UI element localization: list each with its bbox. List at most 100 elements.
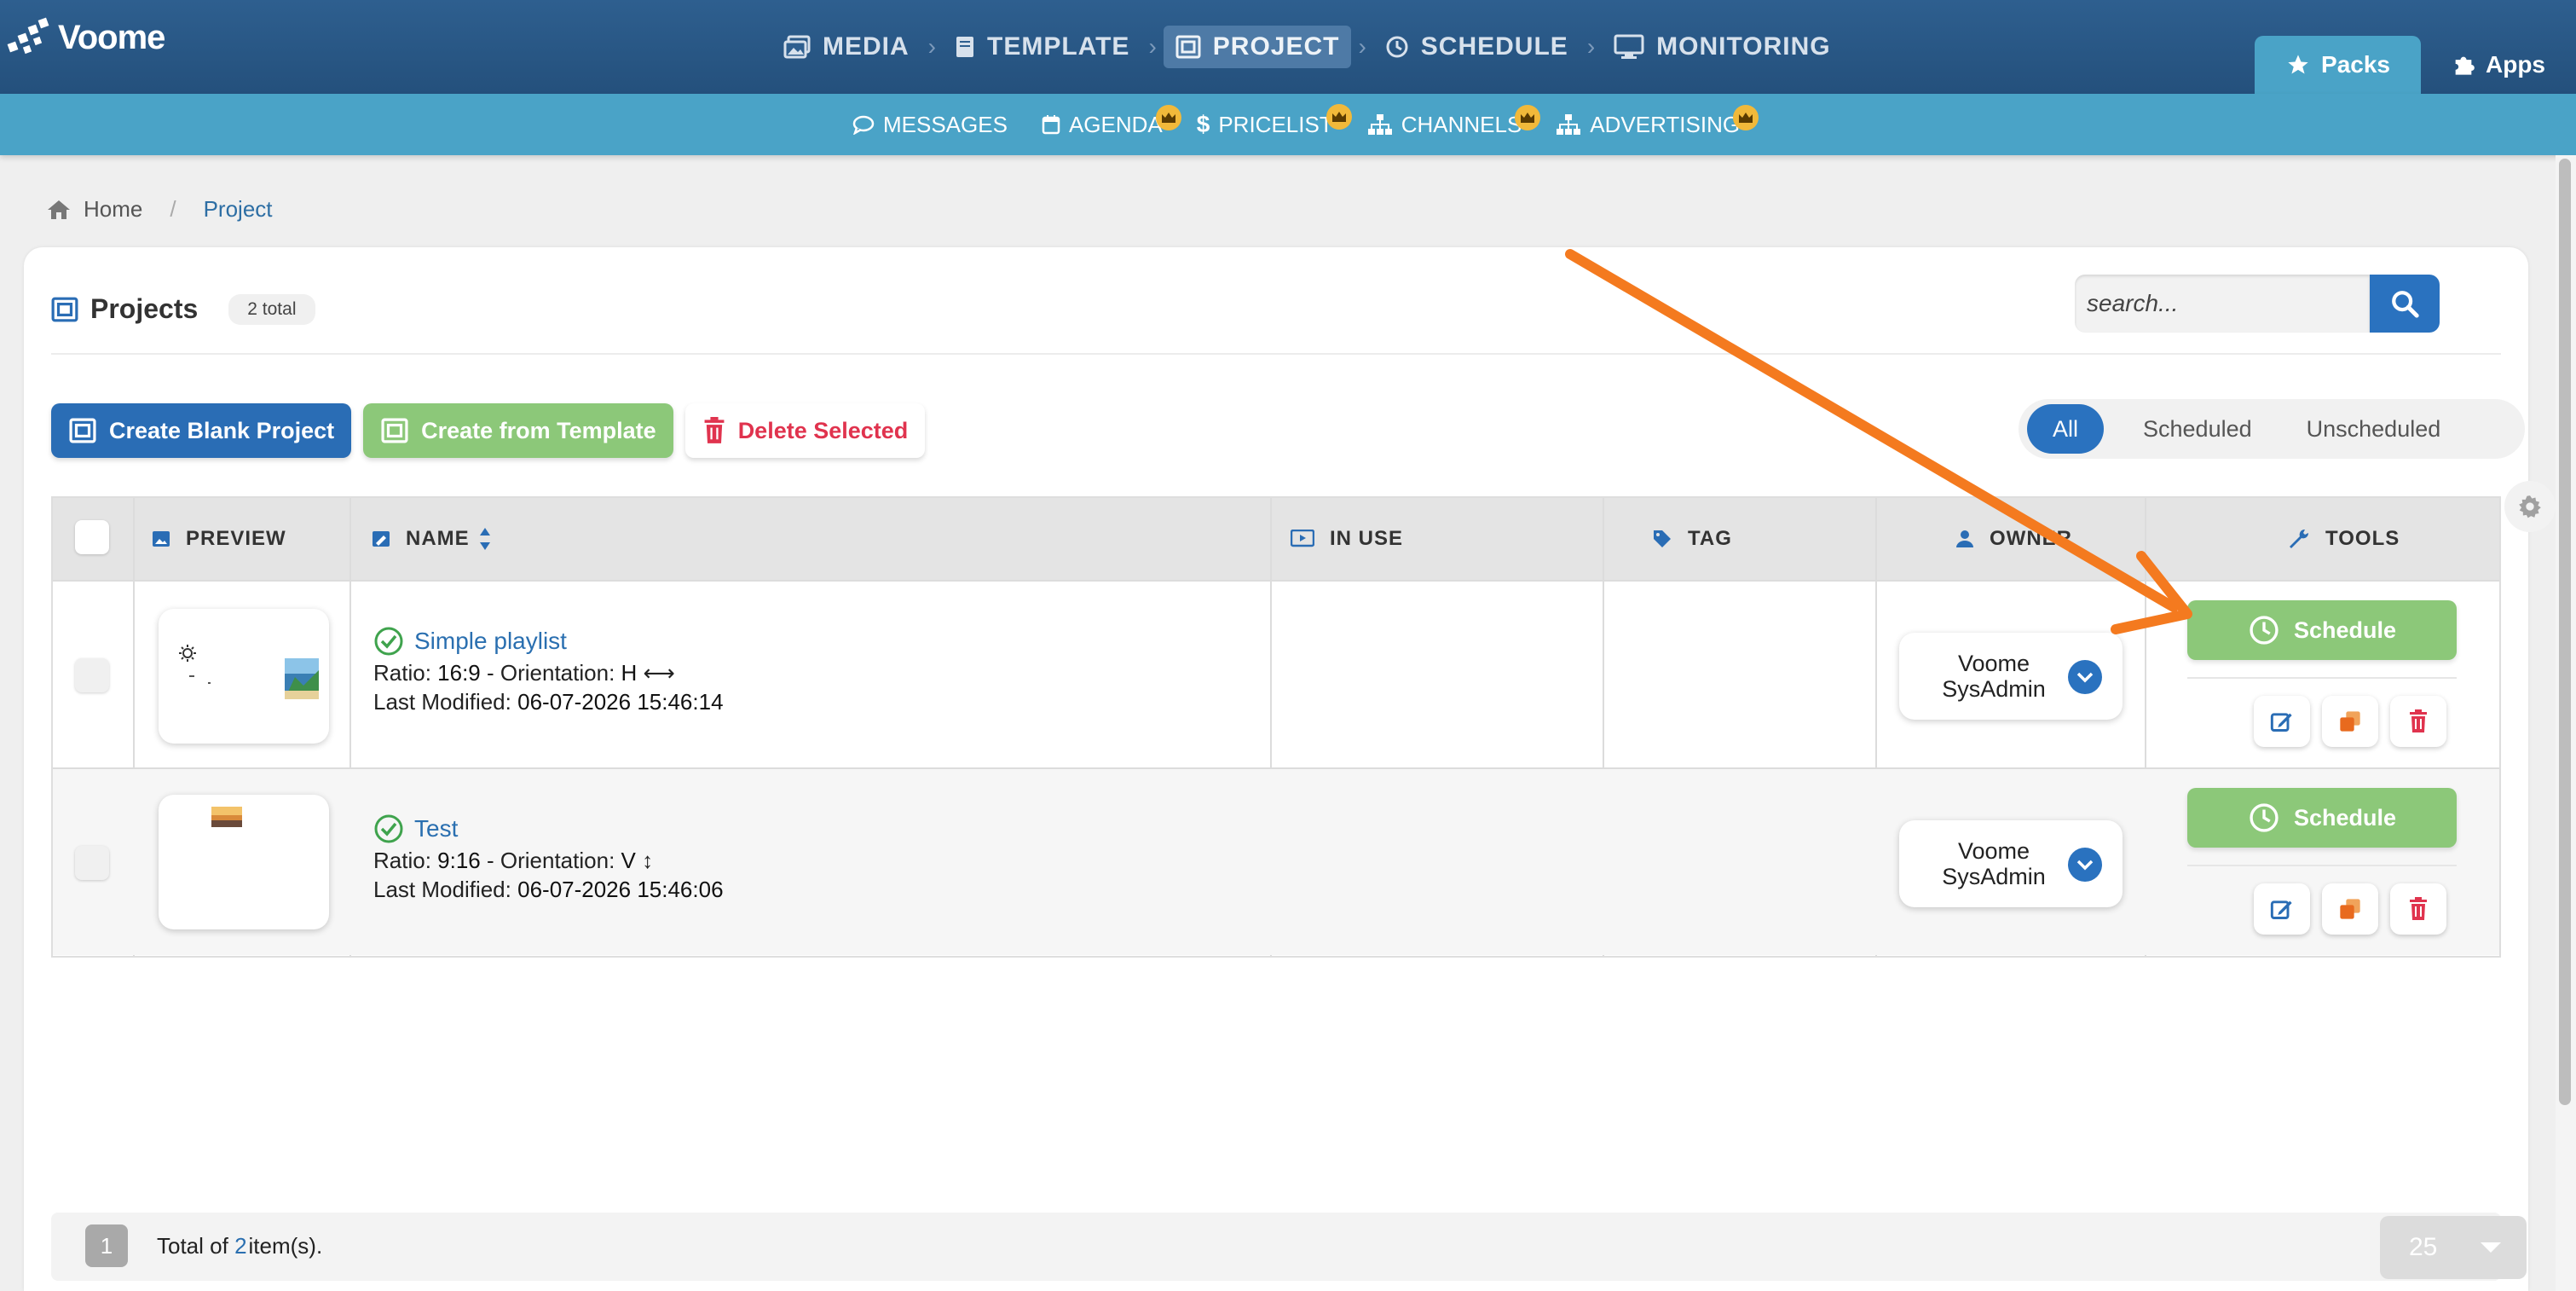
project-name-link[interactable]: Simple playlist [373, 626, 724, 657]
nav-schedule[interactable]: SCHEDULE [1373, 26, 1580, 68]
tab-apps[interactable]: Apps [2421, 36, 2576, 94]
page-size-select[interactable]: 25 [2380, 1216, 2527, 1279]
last-modified-value: 06-07-2026 15:46:06 [517, 877, 724, 902]
crown-icon [1733, 104, 1759, 130]
duplicate-button[interactable] [2322, 883, 2378, 935]
row-checkbox[interactable] [75, 846, 109, 880]
sort-icon[interactable] [478, 526, 492, 552]
clock-icon [2250, 616, 2279, 645]
edit-icon [2270, 713, 2292, 732]
app-logo[interactable]: Voome [7, 17, 165, 58]
search-input[interactable] [2075, 275, 2370, 333]
last-modified-line: Last Modified: 06-07-2026 15:46:06 [373, 875, 724, 904]
nav-project[interactable]: PROJECT [1163, 26, 1352, 68]
last-modified-value: 06-07-2026 15:46:14 [517, 689, 724, 715]
delete-selected-button[interactable]: Delete Selected [684, 403, 926, 458]
screen-play-icon [1291, 530, 1314, 547]
nav-monitoring[interactable]: MONITORING [1602, 26, 1842, 68]
nav-schedule-label: SCHEDULE [1420, 32, 1568, 61]
check-circle-icon [374, 627, 403, 656]
ratio-value: 9:16 [437, 848, 481, 873]
table-header: PREVIEW NAME IN USE TAG OWNER TOOLS [53, 481, 2556, 580]
schedule-filter: All Scheduled Unscheduled [2019, 399, 2525, 459]
subnav-messages-label: MESSAGES [883, 111, 1008, 137]
tools-divider [2187, 865, 2457, 866]
select-all-checkbox[interactable] [75, 520, 109, 554]
project-preview-thumbnail[interactable] [159, 795, 329, 929]
ratio-label: Ratio: [373, 848, 431, 873]
page-number-button[interactable]: 1 [85, 1224, 128, 1267]
chevron-right-icon: › [1586, 33, 1596, 60]
page-scrollbar[interactable] [2556, 155, 2576, 1291]
column-preview-label: PREVIEW [186, 527, 286, 550]
nav-project-label: PROJECT [1212, 32, 1340, 61]
chat-icon [852, 115, 875, 135]
home-icon [48, 200, 70, 219]
chevron-down-icon[interactable] [2068, 660, 2102, 694]
nav-template[interactable]: TEMPLATE [943, 26, 1141, 68]
column-name[interactable]: NAME [372, 498, 492, 580]
project-icon [69, 418, 96, 443]
duplicate-button[interactable] [2322, 696, 2378, 747]
schedule-button[interactable]: Schedule [2187, 788, 2457, 848]
owner-select[interactable]: Voome SysAdmin [1899, 820, 2123, 907]
column-owner: OWNER [1955, 498, 2072, 580]
create-blank-project-button[interactable]: Create Blank Project [51, 403, 352, 458]
edit-button[interactable] [2254, 696, 2310, 747]
total-items-text: Total of 2item(s). [157, 1233, 322, 1259]
create-from-template-label: Create from Template [421, 417, 656, 443]
subnav-pricelist[interactable]: $ PRICELIST [1197, 104, 1352, 138]
trash-icon [704, 417, 725, 443]
delete-button[interactable] [2390, 883, 2446, 935]
subnav-channels[interactable]: CHANNELS [1367, 104, 1541, 138]
delete-button[interactable] [2390, 696, 2446, 747]
breadcrumb-home[interactable]: Home [84, 196, 142, 223]
create-from-template-button[interactable]: Create from Template [363, 403, 673, 458]
owner-name: Voome SysAdmin [1921, 651, 2066, 702]
project-info: Simple playlist Ratio: 16:9 - Orientatio… [373, 626, 724, 716]
subnav-messages[interactable]: MESSAGES [852, 112, 1008, 138]
schedule-button[interactable]: Schedule [2187, 600, 2457, 660]
tab-packs[interactable]: Packs [2255, 36, 2421, 94]
image-icon [783, 35, 811, 59]
breadcrumb-current: Project [203, 196, 273, 222]
project-name: Test [414, 815, 459, 842]
nav-monitoring-label: MONITORING [1656, 32, 1831, 61]
crown-icon [1326, 104, 1352, 130]
owner-name: Voome SysAdmin [1921, 838, 2066, 889]
chevron-right-icon: › [1148, 33, 1157, 60]
filter-all[interactable]: All [2027, 404, 2105, 454]
schedule-label: Schedule [2293, 804, 2397, 831]
sub-nav: MESSAGES AGENDA $ PRICELIST CHANNELS ADV… [852, 94, 1759, 155]
clock-icon [2250, 803, 2279, 832]
filter-unscheduled[interactable]: Unscheduled [2288, 404, 2460, 454]
filter-scheduled[interactable]: Scheduled [2124, 404, 2271, 454]
voome-logo-icon [7, 17, 49, 55]
preview-image [179, 645, 319, 699]
edit-button[interactable] [2254, 883, 2310, 935]
divider [51, 353, 2501, 355]
puzzle-icon [2455, 56, 2475, 75]
project-preview-thumbnail[interactable] [159, 609, 329, 744]
column-tag: TAG [1652, 498, 1732, 580]
sitemap-icon [1557, 114, 1581, 135]
monitor-icon [1614, 34, 1644, 59]
project-name-link[interactable]: Test [373, 813, 724, 844]
owner-select[interactable]: Voome SysAdmin [1899, 633, 2123, 720]
search-button[interactable] [2370, 275, 2440, 333]
table-settings-button[interactable] [2504, 481, 2556, 532]
column-name-label: NAME [406, 527, 470, 550]
sub-navbar: MESSAGES AGENDA $ PRICELIST CHANNELS ADV… [0, 94, 2576, 155]
scrollbar-thumb[interactable] [2559, 159, 2571, 1105]
chevron-down-icon[interactable] [2068, 848, 2102, 882]
orientation-label: - Orientation: [487, 660, 615, 686]
table-footer: 1 Total of 2item(s). 25 [51, 1213, 2527, 1281]
last-modified-label: Last Modified: [373, 689, 511, 715]
column-in-use-label: IN USE [1330, 527, 1404, 550]
subnav-agenda[interactable]: AGENDA [1042, 104, 1181, 138]
wrench-icon [2290, 529, 2309, 548]
nav-media[interactable]: MEDIA [771, 26, 921, 68]
row-checkbox[interactable] [75, 658, 109, 692]
orientation-value: H [621, 660, 638, 686]
subnav-advertising[interactable]: ADVERTISING [1556, 104, 1759, 138]
